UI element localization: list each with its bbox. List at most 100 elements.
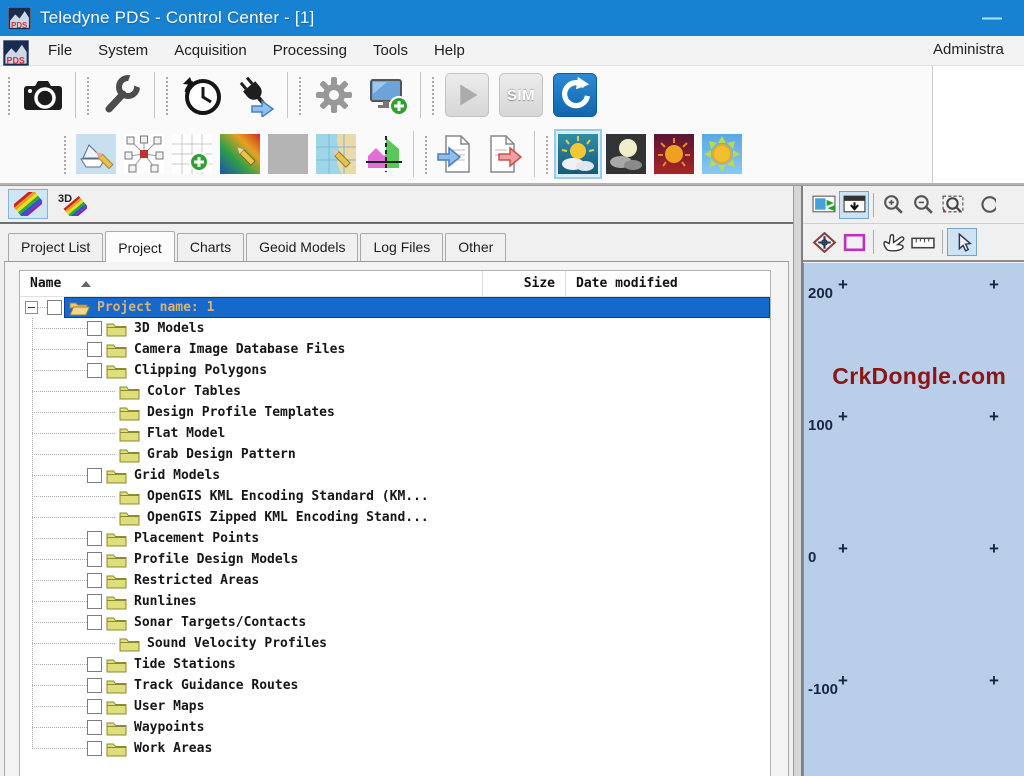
toolbar-grip[interactable]: [423, 134, 429, 174]
clock-button[interactable]: [174, 68, 228, 122]
tree-checkbox[interactable]: [87, 657, 102, 672]
map-edit-button[interactable]: [312, 129, 360, 179]
tree-checkbox[interactable]: [87, 699, 102, 714]
tree-row[interactable]: Sonar Targets/Contacts: [20, 612, 770, 633]
layers-3d-view-button[interactable]: 3D: [53, 189, 93, 219]
toolbar-grip[interactable]: [164, 75, 170, 115]
tree-row[interactable]: Waypoints: [20, 717, 770, 738]
toolbar-grip[interactable]: [297, 75, 303, 115]
tree-checkbox[interactable]: [87, 531, 102, 546]
tab-other[interactable]: Other: [445, 233, 506, 261]
tree-checkbox[interactable]: [47, 300, 62, 315]
tree-row[interactable]: Placement Points: [20, 528, 770, 549]
menu-tools[interactable]: Tools: [360, 38, 421, 63]
tree-row[interactable]: 3D Models: [20, 318, 770, 339]
tree-row[interactable]: Grab Design Pattern: [20, 444, 770, 465]
terrain-edit-button[interactable]: [216, 129, 264, 179]
tree-row[interactable]: Work Areas: [20, 738, 770, 759]
menu-acquisition[interactable]: Acquisition: [161, 38, 260, 63]
reset-button[interactable]: [548, 68, 602, 122]
doc-export-button[interactable]: [481, 129, 529, 179]
tree-row[interactable]: User Maps: [20, 696, 770, 717]
plan-view-canvas[interactable]: CrkDongle.com 200++100++0++-100++: [803, 263, 1024, 776]
layers-2d-view-button[interactable]: [8, 189, 48, 219]
tree-row[interactable]: Runlines: [20, 591, 770, 612]
tab-geoid-models[interactable]: Geoid Models: [246, 233, 358, 261]
tree-row[interactable]: OpenGIS Zipped KML Encoding Stand...: [20, 507, 770, 528]
tree-row[interactable]: Sound Velocity Profiles: [20, 633, 770, 654]
weather-dusk-button[interactable]: [650, 129, 698, 179]
pan-hand-button[interactable]: [878, 228, 908, 256]
tree-checkbox[interactable]: [87, 552, 102, 567]
menu-processing[interactable]: Processing: [260, 38, 360, 63]
tree-row[interactable]: Grid Models: [20, 465, 770, 486]
tree-row[interactable]: Clipping Polygons: [20, 360, 770, 381]
menu-system[interactable]: System: [85, 38, 161, 63]
tree-row[interactable]: Project name: 1: [20, 297, 770, 318]
tree-row[interactable]: OpenGIS KML Encoding Standard (KM...: [20, 486, 770, 507]
minimize-button[interactable]: —: [982, 8, 1002, 28]
tree-checkbox[interactable]: [87, 363, 102, 378]
column-header-date-modified[interactable]: Date modified: [565, 271, 770, 296]
column-header-size[interactable]: Size: [482, 271, 565, 296]
weather-bright-button[interactable]: [698, 129, 746, 179]
toolbar-grip[interactable]: [544, 134, 550, 174]
tree-checkbox[interactable]: [87, 321, 102, 336]
tree-checkbox[interactable]: [87, 615, 102, 630]
tree-row[interactable]: Camera Image Database Files: [20, 339, 770, 360]
cursor-arrow-button[interactable]: [947, 228, 977, 256]
wrench-button[interactable]: [95, 68, 149, 122]
tab-project[interactable]: Project: [105, 231, 175, 262]
ruler-button[interactable]: [908, 228, 938, 256]
zoom-out-button[interactable]: [908, 191, 938, 219]
tree-row[interactable]: Restricted Areas: [20, 570, 770, 591]
tree-checkbox[interactable]: [87, 573, 102, 588]
tree-checkbox[interactable]: [87, 468, 102, 483]
tree-checkbox[interactable]: [87, 342, 102, 357]
monitor-add-button[interactable]: [361, 68, 415, 122]
grid-add-button[interactable]: [168, 129, 216, 179]
menu-file[interactable]: File: [35, 38, 85, 63]
tree-row[interactable]: Track Guidance Routes: [20, 675, 770, 696]
sim-button[interactable]: SIM: [494, 68, 548, 122]
screen-sync-button[interactable]: [809, 191, 839, 219]
tab-project-list[interactable]: Project List: [8, 233, 103, 261]
tab-charts[interactable]: Charts: [177, 233, 244, 261]
profile-view-button[interactable]: [360, 129, 408, 179]
blank-button[interactable]: [264, 129, 312, 179]
play-button[interactable]: [440, 68, 494, 122]
zoom-window-button[interactable]: [938, 191, 968, 219]
tab-log-files[interactable]: Log Files: [360, 233, 443, 261]
doc-import-button[interactable]: [433, 129, 481, 179]
tree-checkbox[interactable]: [87, 594, 102, 609]
tree-checkbox[interactable]: [87, 741, 102, 756]
zoom-edge-button[interactable]: [968, 191, 998, 219]
tree-checkbox[interactable]: [87, 720, 102, 735]
vessel-edit-button[interactable]: [72, 129, 120, 179]
camera-button[interactable]: [16, 68, 70, 122]
tree-row[interactable]: Flat Model: [20, 423, 770, 444]
settings-gear-button[interactable]: [307, 68, 361, 122]
weather-night-button[interactable]: [602, 129, 650, 179]
center-target-button[interactable]: [809, 228, 839, 256]
toolbar-grip[interactable]: [430, 75, 436, 115]
panel-splitter[interactable]: [793, 186, 803, 776]
tree-row[interactable]: Design Profile Templates: [20, 402, 770, 423]
window-dock-button[interactable]: [839, 191, 869, 219]
tree-checkbox[interactable]: [87, 678, 102, 693]
plug-connect-button[interactable]: [228, 68, 282, 122]
tree-row[interactable]: Profile Design Models: [20, 549, 770, 570]
toolbar-grip[interactable]: [6, 75, 12, 115]
select-rect-button[interactable]: [839, 228, 869, 256]
toolbar-grip[interactable]: [62, 134, 68, 174]
collapse-expander[interactable]: [25, 301, 38, 314]
menu-help[interactable]: Help: [421, 38, 478, 63]
network-nodes-button[interactable]: [120, 129, 168, 179]
column-header-name[interactable]: Name: [20, 276, 482, 291]
weather-day-button[interactable]: [554, 129, 602, 179]
toolbar-grip[interactable]: [85, 75, 91, 115]
y-axis-label: 200: [808, 285, 833, 302]
tree-row[interactable]: Tide Stations: [20, 654, 770, 675]
zoom-in-button[interactable]: [878, 191, 908, 219]
tree-row[interactable]: Color Tables: [20, 381, 770, 402]
